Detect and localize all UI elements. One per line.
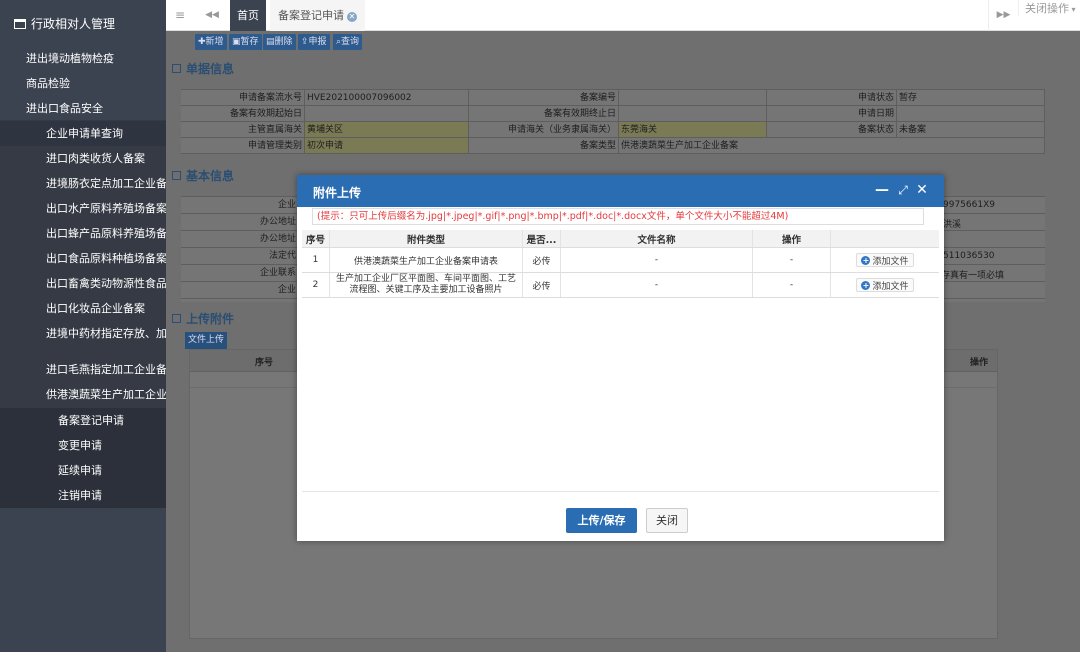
add-file-button[interactable]: + 添加文件 (856, 253, 914, 267)
partial-value: 洪溪 (943, 220, 962, 230)
minimize-icon[interactable]: — (874, 181, 890, 199)
edit-icon (172, 314, 181, 323)
attachment-list: 序号 附件类型 是否... 文件名称 操作 1 供港澳蔬菜生产加工企业备案申请表… (302, 230, 939, 298)
window-icon (14, 19, 26, 29)
sidebar-item-change[interactable]: 变更申请 (0, 433, 166, 458)
file-upload-button[interactable]: 文件上传 (185, 332, 228, 349)
sidebar-item-cancel[interactable]: 注销申请 (0, 483, 166, 508)
sidebar-item-commodity-inspection[interactable]: 商品检验 (0, 71, 166, 96)
dialog-header: 附件上传 — ⤢ ✕ (297, 175, 944, 207)
dialog-title: 附件上传 (313, 186, 362, 200)
close-operations-menu[interactable]: 关闭操作 ▾ (1018, 0, 1080, 16)
sidebar-item-renewal[interactable]: 延续申请 (0, 458, 166, 483)
close-icon[interactable]: ✕ (914, 181, 930, 199)
basic-info-heading: 基本信息 (172, 167, 234, 184)
declare-button[interactable]: ⇪申报 (298, 34, 330, 50)
sidebar: 行政相对人管理 进出境动植物检疫 商品检验 进出口食品安全 企业申请单查询 进口… (0, 0, 166, 652)
sidebar-item-application-query[interactable]: 企业申请单查询 (0, 121, 166, 146)
scroll-back-icon[interactable]: ◀◀ (200, 0, 224, 31)
upload-save-button[interactable]: 上传/保存 (566, 508, 637, 533)
save-icon: ▣ (232, 37, 241, 47)
form-row: 主管直属海关 黄埔关区 申请海关（业务隶属海关） 东莞海关 备案状态 未备案 (181, 122, 1045, 138)
table-row: 2 生产加工企业厂区平面图、车间平面图、工艺流程图、关键工序及主要加工设备照片 … (302, 273, 939, 298)
sidebar-item-herbal-medicine[interactable]: 进境中药材指定存放、加工企业备案 (0, 321, 166, 346)
partial-value: 9975661X9 (943, 200, 995, 210)
sidebar-item-hk-vegetable[interactable]: 供港澳蔬菜生产加工企业备案 (0, 382, 166, 407)
menu-toggle-icon[interactable]: ≡ (168, 0, 192, 31)
sidebar-item-birds-nest[interactable]: 进口毛燕指定加工企业备案 (0, 357, 166, 382)
scroll-forward-icon[interactable]: ▶▶ (988, 0, 1018, 31)
partial-value: 511036530 (943, 251, 995, 261)
sidebar-item-food-safety[interactable]: 进出口食品安全 (0, 96, 166, 121)
edit-icon (172, 64, 181, 73)
upload-heading: 上传附件 (172, 310, 234, 327)
table-row: 1 供港澳蔬菜生产加工企业备案申请表 必传 - - + 添加文件 (302, 248, 939, 273)
sidebar-item-planting-farm[interactable]: 出口食品原料种植场备案 (0, 246, 166, 271)
sidebar-item-aquatic-farm[interactable]: 出口水产原料养殖场备案 (0, 196, 166, 221)
caret-down-icon: ▾ (1069, 5, 1076, 14)
edit-icon (172, 171, 181, 180)
partial-value: 存真有一项必填 (941, 271, 1005, 281)
trash-icon: ▤ (266, 37, 275, 47)
form-row: 申请管理类别 初次申请 备案类型 供港澳蔬菜生产加工企业备案 (181, 138, 1045, 154)
save-draft-button[interactable]: ▣暂存 (229, 34, 262, 50)
doc-info-heading: 单据信息 (172, 60, 234, 77)
form-row: 备案有效期起始日 备案有效期终止日 申请日期 (181, 106, 1045, 122)
sidebar-item-meat-consignee[interactable]: 进口肉类收货人备案 (0, 146, 166, 171)
table-header: 序号 附件类型 是否... 文件名称 操作 (302, 230, 939, 248)
query-button[interactable]: ⌕查询 (333, 34, 363, 50)
doc-info-form: 申请备案流水号 HVE202100007096002 备案编号 申请状态 暂存 备案… (181, 89, 1045, 154)
tab-registration[interactable]: 备案登记申请 ✕ (270, 0, 365, 31)
close-tab-icon[interactable]: ✕ (347, 12, 357, 22)
sidebar-title[interactable]: 行政相对人管理 (14, 15, 115, 32)
dialog-footer: 上传/保存 关闭 (302, 491, 939, 541)
add-file-button[interactable]: + 添加文件 (856, 278, 914, 292)
plus-circle-icon: + (861, 255, 871, 265)
plus-circle-icon: + (861, 280, 871, 290)
new-button[interactable]: ✚新增 (195, 34, 227, 50)
sidebar-item-casing-processing[interactable]: 进境肠衣定点加工企业备案 (0, 171, 166, 196)
tab-bar: ≡ ◀◀ 首页 备案登记申请 ✕ ▶▶ 关闭操作 ▾ (166, 0, 1080, 31)
upload-hint: (提示：只可上传后缀名为.jpg|*.jpeg|*.gif|*.png|*.bm… (312, 208, 924, 225)
form-row: 申请备案流水号 HVE202100007096002 备案编号 申请状态 暂存 (181, 90, 1045, 106)
attachment-upload-dialog: 附件上传 — ⤢ ✕ (提示：只可上传后缀名为.jpg|*.jpeg|*.gif… (297, 175, 944, 541)
sidebar-item-registration[interactable]: 备案登记申请 (0, 408, 166, 433)
maximize-icon[interactable]: ⤢ (895, 181, 911, 199)
sidebar-item-plant-quarantine[interactable]: 进出境动植物检疫 (0, 46, 166, 71)
sidebar-item-bee-farm[interactable]: 出口蜂产品原料养殖场备案 (0, 221, 166, 246)
close-button[interactable]: 关闭 (646, 508, 688, 533)
upload-icon: ⇪ (301, 37, 309, 47)
plus-icon: ✚ (198, 37, 206, 47)
delete-button[interactable]: ▤删除 (263, 34, 296, 50)
sidebar-item-livestock-food[interactable]: 出口畜禽类动物源性食品备案 (0, 271, 166, 296)
sidebar-item-cosmetics[interactable]: 出口化妆品企业备案 (0, 296, 166, 321)
tab-home[interactable]: 首页 (230, 0, 266, 31)
